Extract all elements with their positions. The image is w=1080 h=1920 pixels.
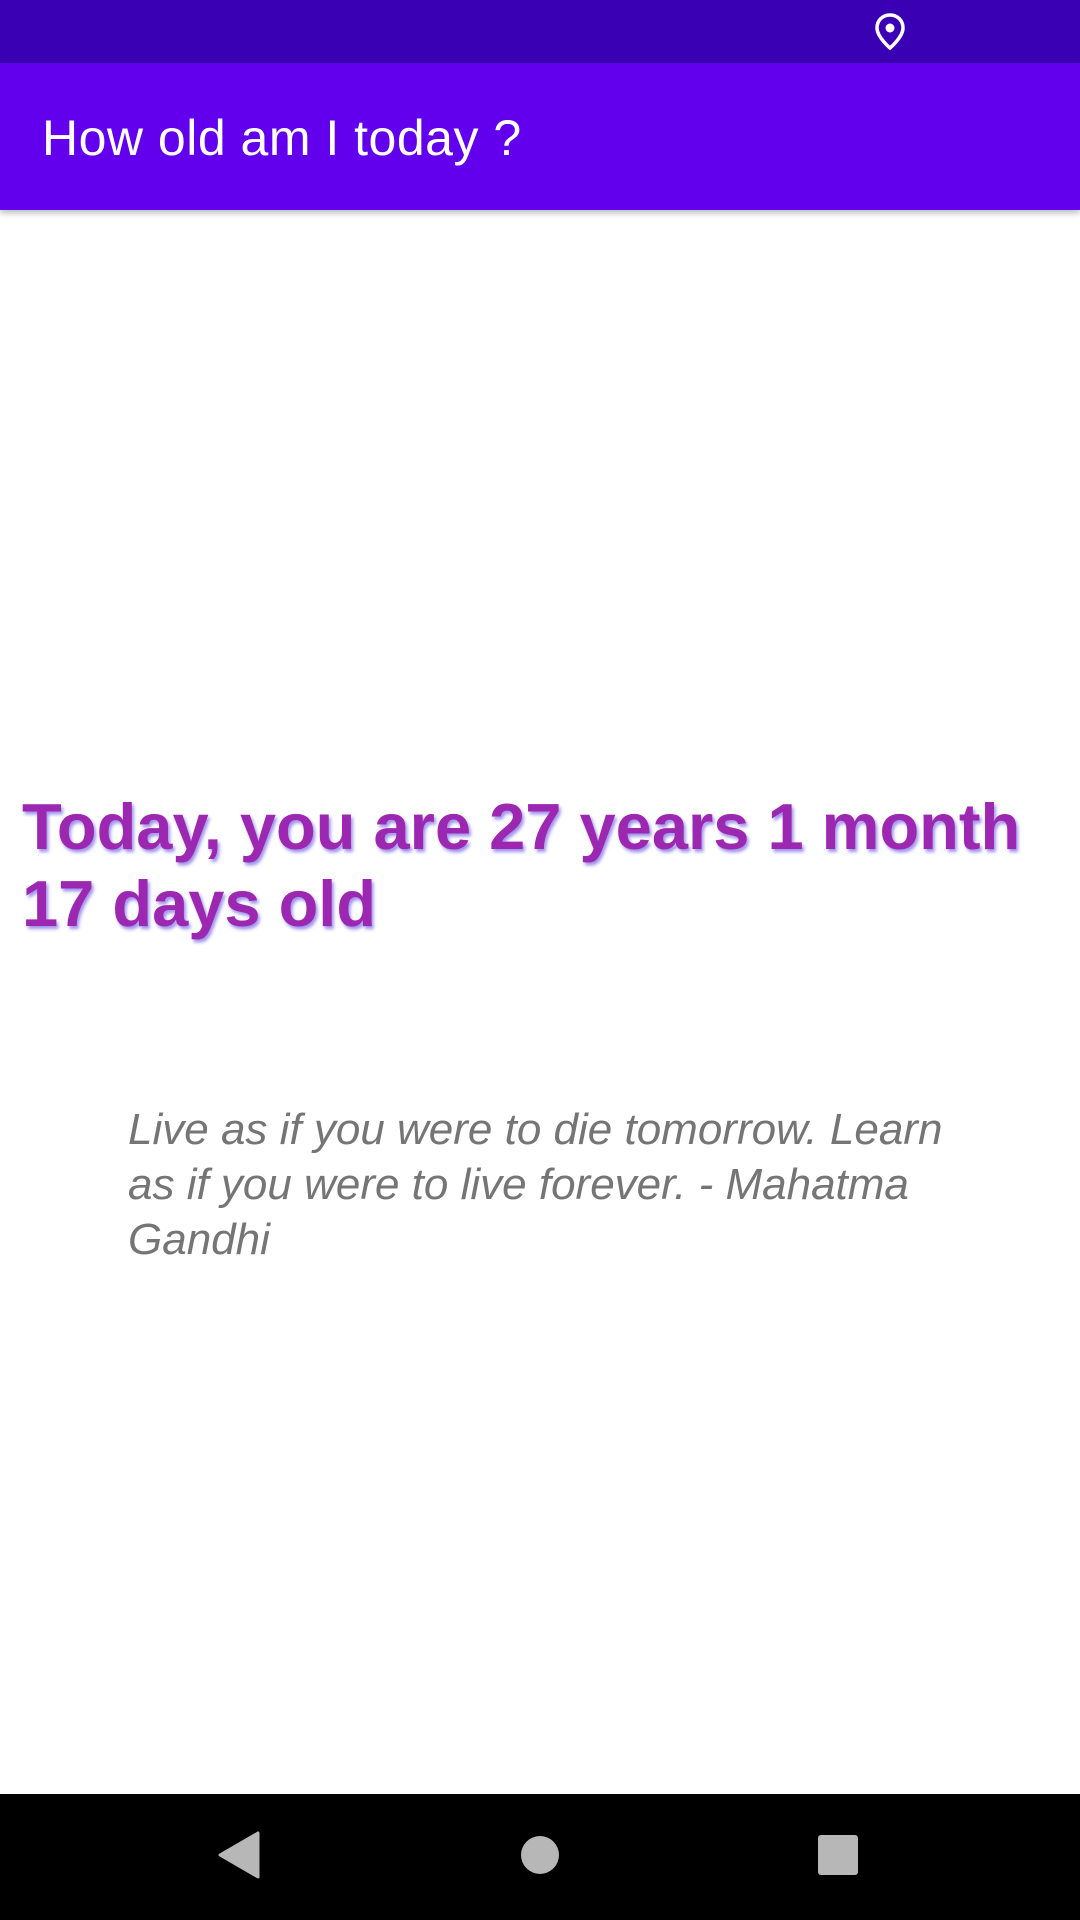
app-bar: How old am I today ?	[0, 63, 1080, 210]
recents-button[interactable]	[797, 1816, 879, 1898]
back-button[interactable]	[198, 1816, 280, 1898]
quote-text: Live as if you were to die tomorrow. Lea…	[128, 1105, 943, 1264]
main-content: Today, you are 27 years 1 month 17 days …	[0, 210, 1080, 1794]
back-icon	[216, 1830, 262, 1885]
home-button[interactable]	[499, 1816, 581, 1898]
location-icon	[874, 13, 906, 51]
app-title: How old am I today ?	[42, 110, 522, 166]
navigation-bar	[0, 1794, 1080, 1920]
age-message: Today, you are 27 years 1 month 17 days …	[22, 790, 1021, 940]
recents-icon	[817, 1834, 859, 1881]
home-icon	[520, 1835, 560, 1880]
status-bar	[0, 0, 1080, 63]
